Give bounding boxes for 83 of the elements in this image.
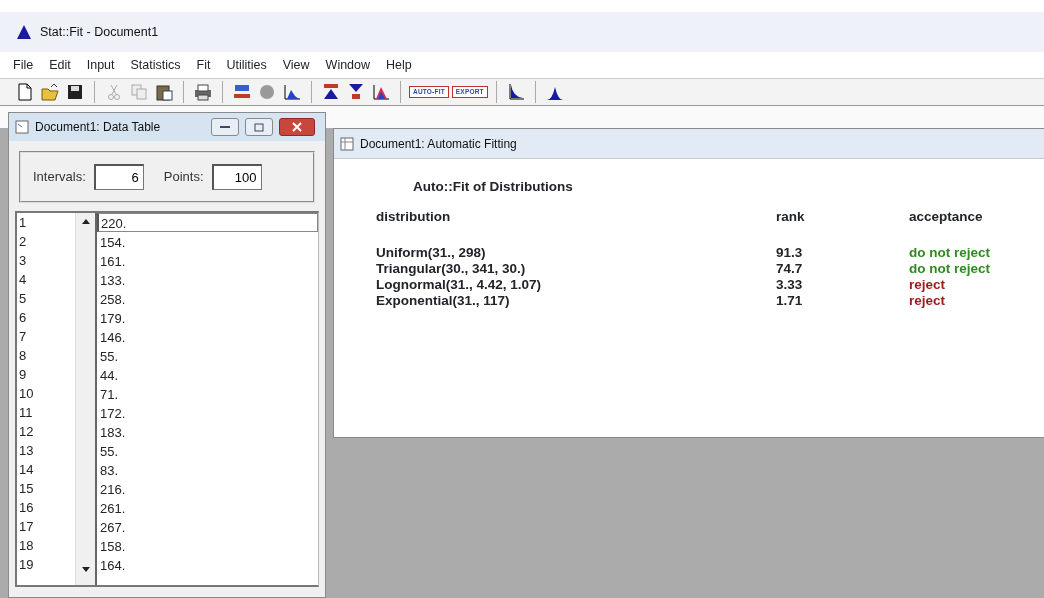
row-number: 11 [19, 404, 34, 422]
acceptance-cell-text: do not reject [909, 261, 991, 278]
report-heading: Auto::Fit of Distributions [413, 178, 574, 196]
row-number: 3 [19, 252, 28, 270]
data-cell[interactable]: 267. [97, 517, 318, 536]
document-icon [15, 120, 29, 134]
row-number: 9 [19, 366, 28, 384]
data-cell[interactable]: 183. [97, 422, 318, 441]
data-cell[interactable]: 44. [97, 365, 318, 384]
data-cell[interactable]: 146. [97, 327, 318, 346]
app-logo-icon [16, 24, 32, 40]
data-cell[interactable]: 179. [97, 308, 318, 327]
scroll-down-icon[interactable] [81, 565, 91, 573]
menu-item[interactable]: Fit [195, 55, 212, 75]
row-number: 1 [19, 214, 28, 232]
row-number: 10 [19, 385, 35, 403]
rank-cell-text: 3.33 [776, 277, 804, 294]
points-field[interactable]: 100 [211, 164, 262, 190]
row-number: 19 [19, 556, 35, 574]
row-number: 7 [19, 328, 28, 346]
data-cell[interactable]: 154. [97, 232, 318, 251]
maximize-icon [254, 122, 264, 132]
data-cell[interactable]: 71. [97, 384, 318, 403]
distribution-cell-text: Triangular(30., 341, 30.) [376, 261, 527, 278]
data-cell[interactable]: 216. [97, 479, 318, 498]
data-cell[interactable]: 258. [97, 289, 318, 308]
rank-cell-text: 1.71 [776, 293, 804, 310]
distribution-cell-text: Uniform(31., 298) [376, 245, 487, 262]
row-number: 18 [19, 537, 35, 555]
intervals-label: Intervals: [33, 168, 86, 187]
window-title: Document1: Automatic Fitting [360, 135, 517, 153]
data-cell[interactable]: 220. [97, 213, 318, 232]
rank-cell-text: 91.3 [776, 245, 804, 262]
menu-item[interactable]: Help [385, 55, 413, 75]
menu-item[interactable]: File [12, 55, 35, 75]
menu-item[interactable]: View [281, 55, 311, 75]
data-cell[interactable]: 55. [97, 346, 318, 365]
print-icon[interactable] [192, 81, 214, 103]
close-icon [292, 122, 302, 132]
row-number: 4 [19, 271, 28, 289]
minimize-button[interactable] [211, 118, 239, 136]
row-number: 6 [19, 309, 28, 327]
table-icon [340, 136, 354, 151]
points-label: Points: [163, 168, 204, 187]
acceptance-cell-text: reject [909, 293, 947, 310]
data-cell[interactable]: 158. [97, 536, 318, 555]
menu-item[interactable]: Input [85, 55, 116, 75]
column-header: rank [776, 209, 806, 226]
row-number: 15 [19, 480, 35, 498]
row-number: 14 [19, 461, 35, 479]
data-cell[interactable]: 133. [97, 270, 318, 289]
data-cell[interactable]: 161. [97, 251, 318, 270]
row-number: 5 [19, 290, 28, 308]
menu-item[interactable]: Window [324, 55, 372, 75]
intervals-field[interactable]: 6 [93, 164, 144, 190]
data-cell[interactable]: 55. [97, 441, 318, 460]
data-cell[interactable]: 164. [97, 555, 318, 574]
data-cell[interactable]: 261. [97, 498, 318, 517]
row-number: 2 [19, 233, 28, 251]
window-title: Stat::Fit - Document1 [40, 23, 159, 41]
rank-cell-text: 74.7 [776, 261, 804, 278]
row-number: 17 [19, 518, 35, 536]
menu-item[interactable]: Utilities [225, 55, 268, 75]
window-title: Document1: Data Table [35, 119, 161, 136]
close-button[interactable] [279, 118, 315, 136]
acceptance-cell-text: do not reject [909, 245, 991, 262]
menu-item[interactable]: Edit [48, 55, 72, 75]
column-header: acceptance [909, 209, 984, 226]
distribution-cell-text: Lognormal(31., 4.42, 1.07) [376, 277, 543, 294]
row-number: 16 [19, 499, 35, 517]
distribution-cell-text: Exponential(31., 117) [376, 293, 511, 310]
menu-item[interactable]: Statistics [129, 55, 182, 75]
open-folder-icon[interactable] [39, 81, 61, 103]
scroll-up-icon[interactable] [81, 218, 91, 226]
scrollbar[interactable] [75, 213, 97, 585]
maximize-button[interactable] [245, 118, 273, 136]
row-number: 8 [19, 347, 28, 365]
column-header: distribution [376, 209, 452, 226]
data-cell[interactable]: 83. [97, 460, 318, 479]
acceptance-cell-text: reject [909, 277, 947, 294]
data-cell[interactable]: 172. [97, 403, 318, 422]
row-number: 13 [19, 442, 35, 460]
row-number: 12 [19, 423, 35, 441]
